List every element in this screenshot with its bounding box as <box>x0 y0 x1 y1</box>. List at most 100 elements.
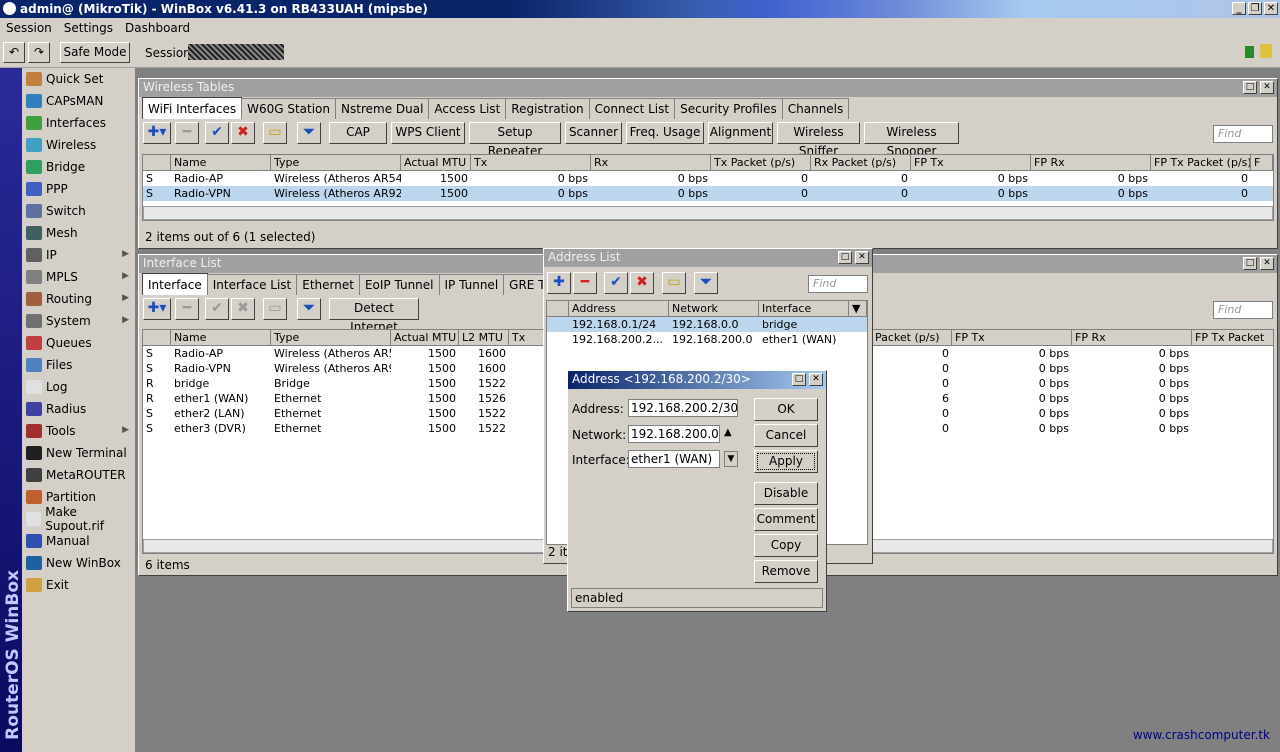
col-interface[interactable]: Interface <box>759 301 849 316</box>
menu-settings[interactable]: Settings <box>58 18 119 38</box>
tab[interactable]: Access List <box>428 98 507 119</box>
table-row[interactable]: 192.168.0.1/24 192.168.0.0 bridge <box>547 317 867 332</box>
restore-button[interactable]: ❐ <box>1248 2 1262 15</box>
remove-icon[interactable]: ━ <box>175 298 199 320</box>
apply-button[interactable]: Apply <box>754 450 818 473</box>
column-header[interactable]: L2 MTU <box>459 330 509 345</box>
enable-check-icon[interactable]: ✔ <box>205 298 229 320</box>
table-row[interactable]: S Radio-AP Wireless (Atheros AR54... 1500 0 … <box>143 171 1273 186</box>
minimize-button[interactable]: _ <box>1232 2 1246 15</box>
sidebar-item[interactable]: Quick Set <box>22 68 135 90</box>
maximize-icon[interactable]: □ <box>1243 81 1257 94</box>
wireless-action-button[interactable]: Setup Repeater <box>469 122 561 158</box>
column-header[interactable]: Actual MTU <box>391 330 459 345</box>
column-header[interactable]: FP Tx <box>952 330 1072 345</box>
comment-icon[interactable]: ▭ <box>263 122 287 144</box>
column-header[interactable]: Name <box>171 330 271 345</box>
column-header[interactable]: Type <box>271 330 391 345</box>
wireless-action-button[interactable]: Wireless Snooper <box>864 122 959 158</box>
tab[interactable]: Registration <box>505 98 590 119</box>
sidebar-item[interactable]: Interfaces <box>22 112 135 134</box>
sidebar-item[interactable]: Queues <box>22 332 135 354</box>
column-header[interactable]: Tx Packet (p/s) <box>711 155 811 170</box>
column-header[interactable]: F <box>1251 155 1273 170</box>
column-header[interactable]: Actual MTU <box>401 155 471 170</box>
filter-icon[interactable]: ⏷ <box>297 122 321 144</box>
sidebar-item[interactable]: Manual <box>22 530 135 552</box>
remove-icon[interactable]: ━ <box>175 122 199 144</box>
disable-x-icon[interactable]: ✖ <box>231 122 255 144</box>
maximize-icon[interactable]: □ <box>838 251 852 264</box>
wireless-action-button[interactable]: Scanner <box>565 122 622 144</box>
sidebar-item[interactable]: Make Supout.rif <box>22 505 135 533</box>
detect-internet-button[interactable]: Detect Internet <box>329 298 419 334</box>
sidebar-item[interactable]: Wireless <box>22 134 135 156</box>
column-header[interactable]: FP Tx Packet (p/s) <box>1151 155 1251 170</box>
collapse-up-icon[interactable]: ▲ <box>724 427 732 438</box>
remove-button[interactable]: Remove <box>754 560 818 583</box>
close-icon[interactable]: ✕ <box>855 251 869 264</box>
add-icon[interactable]: ✚▾ <box>143 298 171 320</box>
tab[interactable]: Channels <box>781 98 850 119</box>
menu-session[interactable]: Session <box>0 18 58 38</box>
filter-icon[interactable]: ⏷ <box>297 298 321 320</box>
address-find-input[interactable]: Find <box>808 275 868 293</box>
column-header[interactable]: FP Rx <box>1031 155 1151 170</box>
column-header[interactable]: FP Tx Packet <box>1192 330 1273 345</box>
close-icon[interactable]: ✕ <box>809 373 823 386</box>
sidebar-item[interactable]: Radius <box>22 398 135 420</box>
column-header[interactable]: Tx <box>471 155 591 170</box>
sidebar-item[interactable]: New WinBox <box>22 552 135 574</box>
close-button[interactable]: ✕ <box>1264 2 1278 15</box>
column-header[interactable]: Type <box>271 155 401 170</box>
tab[interactable]: Interface List <box>206 274 298 295</box>
copy-button[interactable]: Copy <box>754 534 818 557</box>
wireless-hscroll[interactable] <box>143 206 1273 220</box>
columns-dropdown-icon[interactable]: ▼ <box>849 301 867 316</box>
column-header[interactable]: Packet (p/s) <box>872 330 952 345</box>
disable-x-icon[interactable]: ✖ <box>630 272 654 294</box>
tab[interactable]: WiFi Interfaces <box>142 97 243 119</box>
sidebar-item[interactable]: Switch <box>22 200 135 222</box>
wireless-action-button[interactable]: WPS Client <box>391 122 465 144</box>
close-icon[interactable]: ✕ <box>1260 257 1274 270</box>
add-icon[interactable]: ✚ <box>547 272 571 294</box>
tab[interactable]: IP Tunnel <box>438 274 505 295</box>
add-icon[interactable]: ✚▾ <box>143 122 171 144</box>
column-header[interactable]: Rx <box>591 155 711 170</box>
wireless-action-button[interactable]: CAP <box>329 122 387 144</box>
sidebar-item[interactable]: New Terminal <box>22 442 135 464</box>
menu-dashboard[interactable]: Dashboard <box>119 18 196 38</box>
enable-check-icon[interactable]: ✔ <box>604 272 628 294</box>
sidebar-item[interactable]: System ▶ <box>22 310 135 332</box>
safe-mode-button[interactable]: Safe Mode <box>60 42 130 63</box>
disable-x-icon[interactable]: ✖ <box>231 298 255 320</box>
interface-find-input[interactable]: Find <box>1213 301 1273 319</box>
interface-select[interactable]: ether1 (WAN) <box>628 450 720 468</box>
comment-icon[interactable]: ▭ <box>662 272 686 294</box>
enable-check-icon[interactable]: ✔ <box>205 122 229 144</box>
ok-button[interactable]: OK <box>754 398 818 421</box>
sidebar-item[interactable]: Exit <box>22 574 135 596</box>
wireless-action-button[interactable]: Freq. Usage <box>626 122 704 144</box>
dropdown-icon[interactable]: ▼ <box>724 451 738 467</box>
sidebar-item[interactable]: Mesh <box>22 222 135 244</box>
tab[interactable]: EoIP Tunnel <box>358 274 440 295</box>
sidebar-item[interactable]: MPLS ▶ <box>22 266 135 288</box>
column-header[interactable]: Rx Packet (p/s) <box>811 155 911 170</box>
maximize-icon[interactable]: □ <box>1243 257 1257 270</box>
sidebar-item[interactable]: Routing ▶ <box>22 288 135 310</box>
network-field[interactable]: 192.168.200.0 <box>628 425 720 443</box>
column-header[interactable] <box>143 330 171 345</box>
sidebar-item[interactable]: CAPsMAN <box>22 90 135 112</box>
comment-icon[interactable]: ▭ <box>263 298 287 320</box>
col-network[interactable]: Network <box>669 301 759 316</box>
remove-icon[interactable]: ━ <box>573 272 597 294</box>
undo-icon[interactable]: ↶ <box>3 42 25 63</box>
sidebar-item[interactable]: Files <box>22 354 135 376</box>
tab[interactable]: Ethernet <box>296 274 360 295</box>
tab[interactable]: Connect List <box>588 98 676 119</box>
filter-icon[interactable]: ⏷ <box>694 272 718 294</box>
column-header[interactable] <box>143 155 171 170</box>
sidebar-item[interactable]: IP ▶ <box>22 244 135 266</box>
